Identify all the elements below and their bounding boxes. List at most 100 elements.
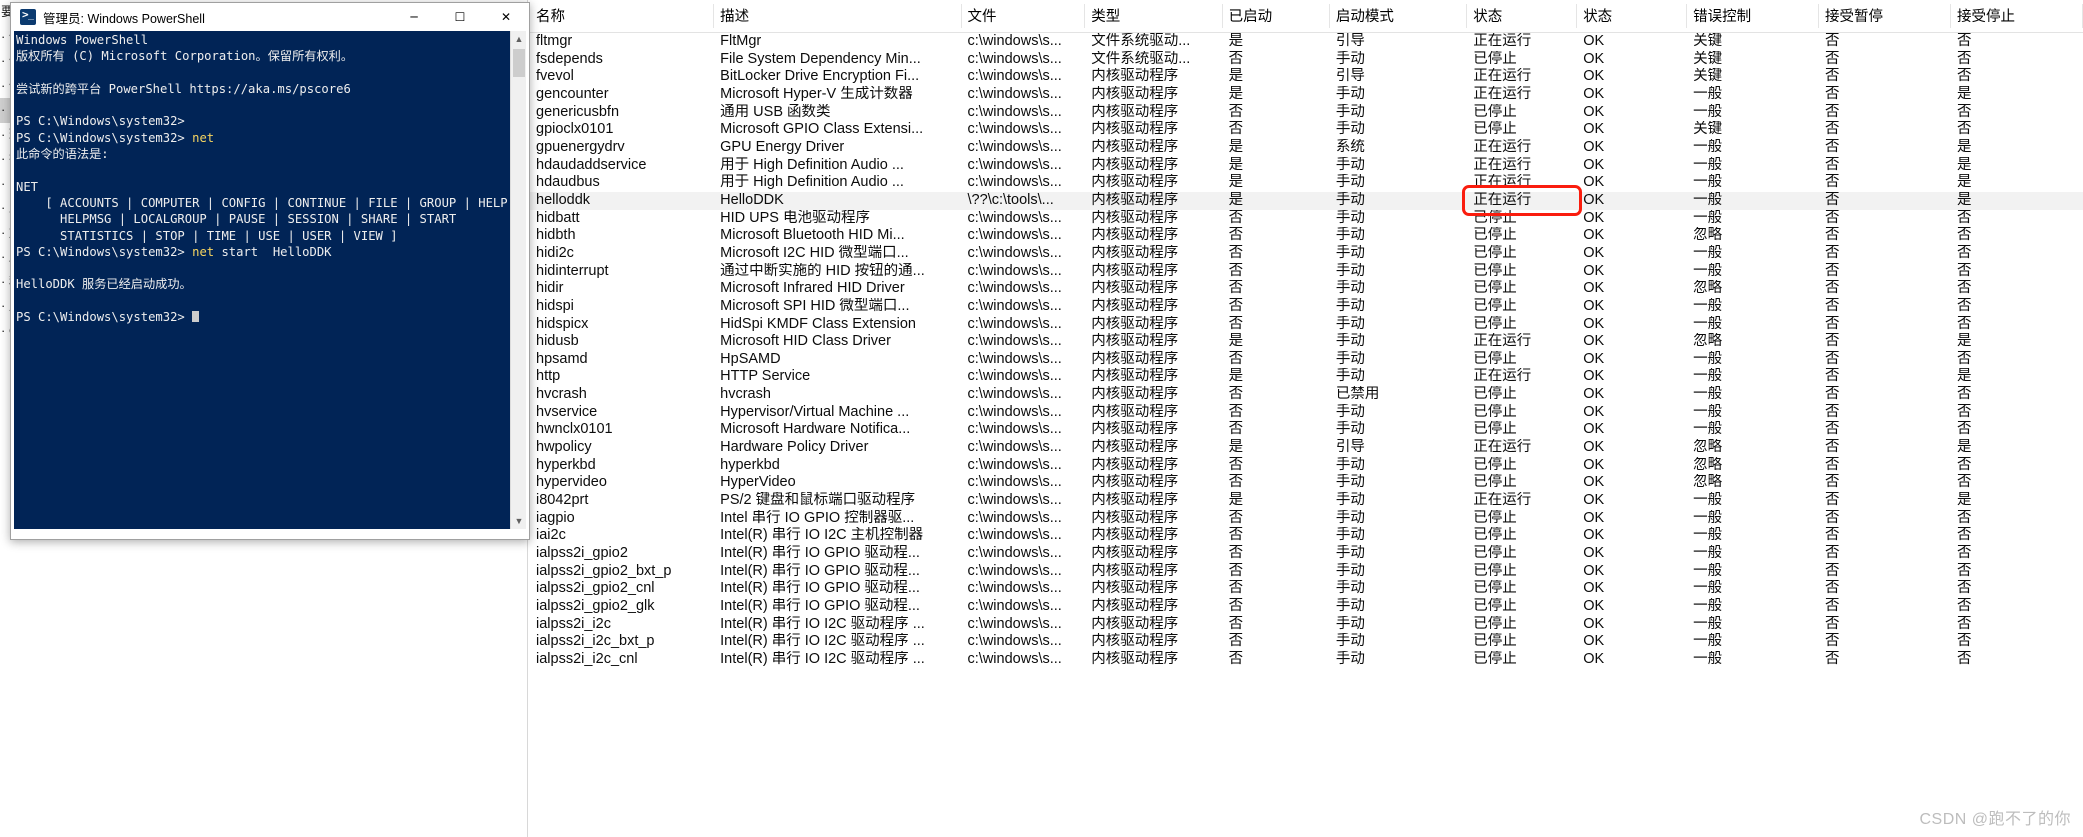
table-row[interactable]: helloddk HelloDDK \??\c:\tools\... 内核驱动程序是手… [530,191,2083,210]
table-row[interactable]: hdaudaddservice 用于 High Definition Audio … [530,157,2083,175]
services-table-panel[interactable]: 名称 描述 文件 类型 已启动 启动模式 状态 状态 错误控制 接受暂停 接受停止 fltmgr Fl… [530,0,2083,837]
cell-pause: 否 [1825,68,1840,85]
table-row[interactable]: ialpss2i_i2c Intel(R) 串行 IO I2C 驱动程序 ... c… [530,616,2083,634]
cell-status: OK [1583,633,1605,650]
column-header-started[interactable]: 已启动 [1222,0,1330,33]
cell-stop: 否 [1956,633,1972,650]
column-header-error[interactable]: 错误控制 [1687,0,1820,33]
table-row[interactable]: ialpss2i_i2c_cnl Intel(R) 串行 IO I2C 驱动程序 … [530,651,2083,669]
column-header-status[interactable]: 状态 [1577,0,1688,33]
table-row[interactable]: fsdepends File System Dependency Min... c:… [530,51,2083,69]
table-row[interactable]: hidir Microsoft Infrared HID Driver c:\win… [530,280,2083,298]
table-row[interactable]: gencounter Microsoft Hyper-V 生成计数器 c:\wind… [530,86,2083,104]
table-row[interactable]: ialpss2i_i2c_bxt_p Intel(R) 串行 IO I2C 驱动程… [530,633,2083,651]
cell-state: 正在运行 [1467,191,1578,210]
table-row[interactable]: hwnclx0101 Microsoft Hardware Notifica...… [530,421,2083,439]
powershell-window[interactable]: 管理员: Windows PowerShell ─ ☐ ✕ Windows Po… [10,2,530,540]
column-header-type[interactable]: 类型 [1085,0,1223,33]
cell-pause: 否 [1825,456,1840,473]
cell-name: hypervideo [536,474,607,491]
table-row[interactable]: hyperkbd hyperkbd c:\windows\s... 内核驱动程序 否 手动… [530,457,2083,475]
table-row[interactable]: fltmgr FltMgr c:\windows\s... 文件系统驱动... 是 引导 正… [530,33,2083,51]
table-row[interactable]: hidi2c Microsoft I2C HID 微型端口... c:\window… [530,245,2083,263]
table-row[interactable]: hidbatt HID UPS 电池驱动程序 c:\windows\s... 内核驱动… [530,210,2083,228]
column-header-stop[interactable]: 接受停止 [1950,0,2083,33]
cell-type: 内核驱动程序 [1091,492,1179,509]
table-row[interactable]: iagpio Intel 串行 IO GPIO 控制器驱... c:\windows… [530,510,2083,528]
cell-desc: hyperkbd [720,456,780,473]
cell-pause: 否 [1825,244,1840,261]
cell-stop: 否 [1956,315,1972,332]
cell-pause: 否 [1825,439,1840,456]
cell-error: 一般 [1693,509,1723,526]
table-row[interactable]: http HTTP Service c:\windows\s... 内核驱动程序 是 手动… [530,368,2083,386]
console-line: PS C:\Windows\system32> [16,114,185,129]
table-row[interactable]: hvservice Hypervisor/Virtual Machine ... c… [530,404,2083,422]
cell-status: OK [1583,509,1605,526]
powershell-titlebar[interactable]: 管理员: Windows PowerShell ─ ☐ ✕ [11,3,529,31]
scroll-down-arrow[interactable]: ▼ [511,513,526,529]
table-row[interactable]: hidinterrupt 通过中断实施的 HID 按钮的通... c:\window… [530,263,2083,281]
cell-name: gencounter [536,85,609,102]
cell-started: 否 [1228,509,1244,526]
cell-file: c:\windows\s... [967,527,1062,544]
minimize-button[interactable]: ─ [391,4,437,31]
console-line: NET [16,179,39,194]
cell-started: 否 [1228,650,1244,667]
powershell-output-text: Windows PowerShell 版权所有 (C) Microsoft Cor… [16,32,522,325]
column-header-pause[interactable]: 接受暂停 [1819,0,1951,33]
maximize-button[interactable]: ☐ [437,4,483,31]
table-row[interactable]: hidspicx HidSpi KMDF Class Extension c:\wi… [530,316,2083,334]
table-row[interactable]: hidusb Microsoft HID Class Driver c:\windo… [530,333,2083,351]
table-row[interactable]: ialpss2i_gpio2_glk Intel(R) 串行 IO GPIO 驱动… [530,598,2083,616]
table-row[interactable]: ialpss2i_gpio2 Intel(R) 串行 IO GPIO 驱动程...… [530,545,2083,563]
table-row[interactable]: fvevol BitLocker Drive Encryption Fi... c:… [530,68,2083,86]
table-row[interactable]: ialpss2i_gpio2_bxt_p Intel(R) 串行 IO GPIO … [530,563,2083,581]
cell-file: c:\windows\s... [967,244,1062,261]
cell-pause: 否 [1825,368,1840,385]
cell-error: 一般 [1693,598,1723,614]
table-row[interactable]: iai2c Intel(R) 串行 IO I2C 主机控制器 c:\windows\… [530,527,2083,545]
cell-type: 内核驱动程序 [1091,138,1179,155]
table-row[interactable]: hdaudbus 用于 High Definition Audio ... c:\w… [530,174,2083,192]
table-row[interactable]: ialpss2i_gpio2_cnl Intel(R) 串行 IO GPIO 驱动… [530,580,2083,598]
table-row[interactable]: i8042prt PS/2 键盘和鼠标端口驱动程序 c:\windows\s... 内… [530,492,2083,510]
cell-state: 正在运行 [1473,174,1532,191]
table-row[interactable]: genericusbfn 通用 USB 函数类 c:\windows\s... 内核驱… [530,104,2083,122]
table-row[interactable]: hidbth Microsoft Bluetooth HID Mi... c:\wi… [530,227,2083,245]
cell-state: 已停止 [1473,262,1517,279]
cell-error: 忽略 [1693,280,1723,297]
table-row[interactable]: gpioclx0101 Microsoft GPIO Class Extensi.… [530,121,2083,139]
column-header-desc[interactable]: 描述 [714,0,962,33]
cell-error: 一般 [1693,527,1723,544]
column-header-label: 启动模式 [1335,9,1394,25]
cell-pause: 否 [1825,138,1840,155]
scroll-up-arrow[interactable]: ▲ [511,31,526,47]
cell-desc: Hypervisor/Virtual Machine ... [720,403,910,420]
table-row[interactable]: hidspi Microsoft SPI HID 微型端口... c:\window… [530,298,2083,316]
cell-mode: 手动 [1335,280,1365,297]
column-header-name[interactable]: 名称 [530,0,715,33]
column-header-file[interactable]: 文件 [961,0,1086,33]
cell-file: \??\c:\tools\... [961,191,1086,210]
scrollbar-thumb[interactable] [513,49,525,77]
cell-file: c:\windows\s... [967,227,1062,244]
table-row[interactable]: hpsamd HpSAMD c:\windows\s... 内核驱动程序 否 手动 已停止 O… [530,351,2083,369]
table-row[interactable]: gpuenergydrv GPU Energy Driver c:\windows\… [530,139,2083,157]
close-button[interactable]: ✕ [483,4,529,31]
cell-name: i8042prt [536,492,589,509]
table-row[interactable]: hvcrash hvcrash c:\windows\s... 内核驱动程序 否 已禁用 已… [530,386,2083,404]
cell-type: 内核驱动程序 [1091,103,1179,120]
powershell-scrollbar[interactable]: ▲ ▼ [510,31,526,529]
table-row[interactable]: hwpolicy Hardware Policy Driver c:\windows… [530,439,2083,457]
cell-type: 内核驱动程序 [1091,580,1179,597]
column-header-label: 状态 [1583,9,1613,25]
column-header-state[interactable]: 状态 [1467,0,1578,33]
powershell-console[interactable]: Windows PowerShell 版权所有 (C) Microsoft Cor… [14,31,526,529]
services-table-header: 名称 描述 文件 类型 已启动 启动模式 状态 状态 错误控制 接受暂停 接受停止 [530,0,2083,33]
table-row[interactable]: hypervideo HyperVideo c:\windows\s... 内核驱动程… [530,474,2083,492]
column-header-mode[interactable]: 启动模式 [1329,0,1468,33]
cell-mode: 手动 [1335,297,1365,314]
cell-mode: 手动 [1335,50,1365,67]
cell-state: 已停止 [1473,227,1517,244]
